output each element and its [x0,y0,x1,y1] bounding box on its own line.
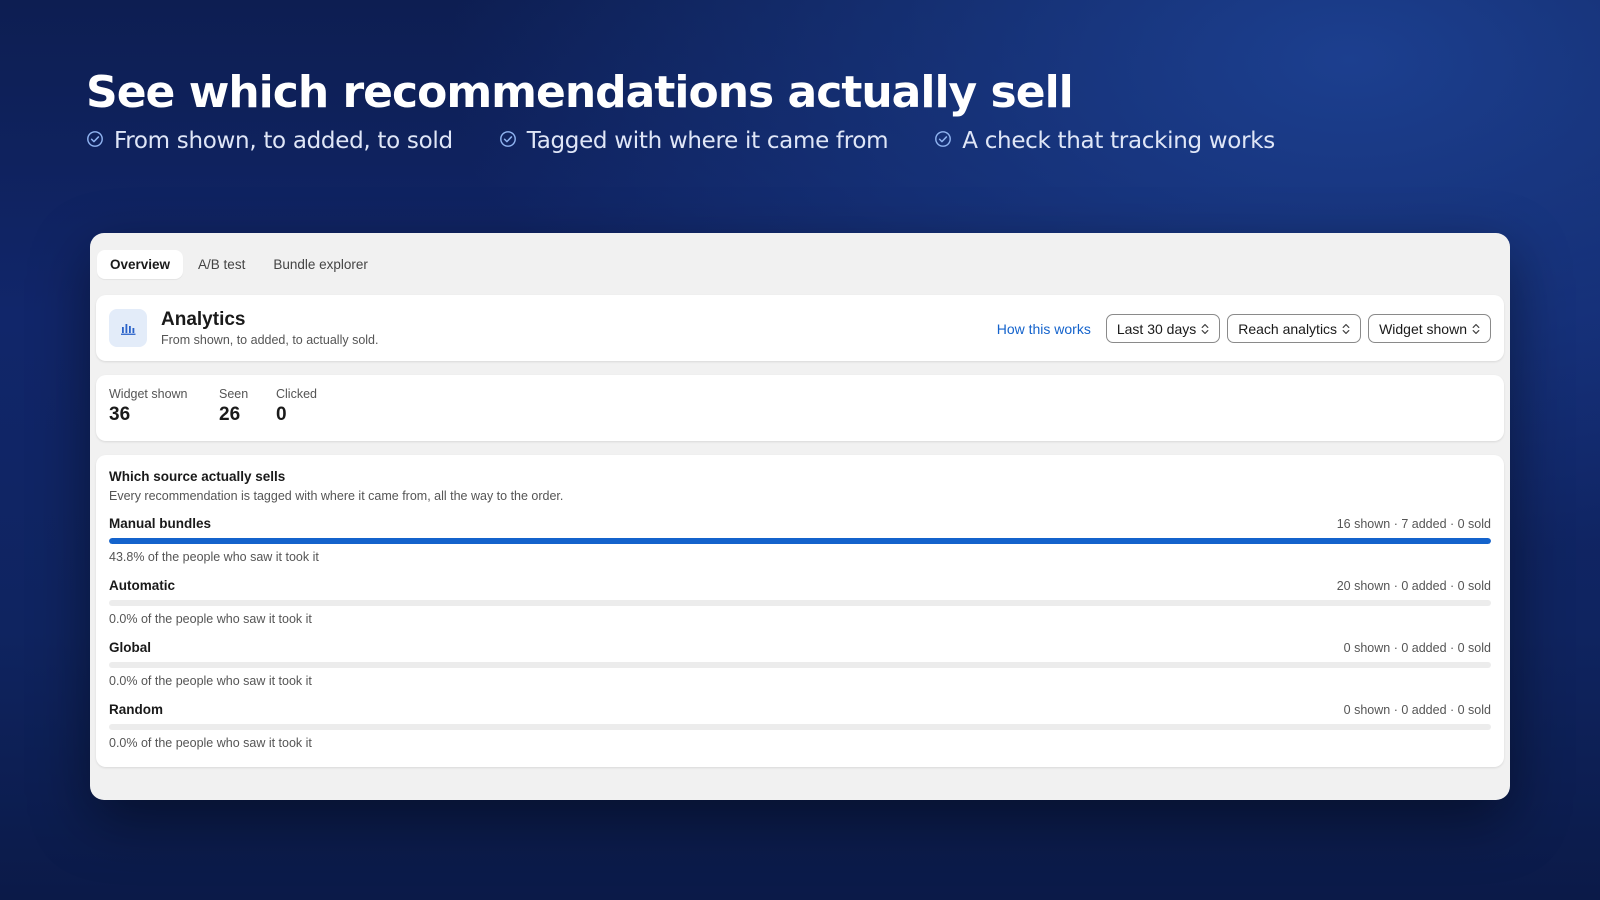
metric-value: Reach analytics [1238,320,1338,337]
source-progress-track [109,600,1491,606]
source-name: Manual bundles [109,516,212,531]
hero-points: From shown, to added, to sold Tagged wit… [86,128,1321,154]
source-rate: 0.0% of the people who saw it took it [109,612,312,626]
date-range-value: Last 30 days [1116,320,1197,337]
source-progress-fill [109,538,1491,544]
stats-card: Widget shown 36 Seen 26 Clicked 0 [96,375,1504,441]
source-counts: 0 shown · 0 added · 0 sold [1343,703,1491,717]
stat-value: 26 [219,404,241,425]
stat-value: 0 [276,404,287,425]
source-counts: 20 shown · 0 added · 0 sold [1336,579,1491,593]
tab-bundle-explorer[interactable]: Bundle explorer [260,250,381,279]
source-name: Automatic [109,578,176,593]
page-subtitle: From shown, to added, to actually sold. [161,333,379,347]
stat-value: 36 [109,404,131,425]
how-this-works-link[interactable]: How this works [997,321,1091,337]
tab-ab-test[interactable]: A/B test [185,250,258,279]
date-range-select[interactable]: Last 30 days [1105,314,1221,343]
source-rate: 0.0% of the people who saw it took it [109,736,312,750]
source-rate: 0.0% of the people who saw it took it [109,674,312,688]
source-name: Global [109,640,152,655]
tab-bar: Overview A/B test Bundle explorer [97,250,383,279]
source-row-global: Global 0 shown · 0 added · 0 sold 0.0% o… [109,640,1491,702]
source-row-automatic: Automatic 20 shown · 0 added · 0 sold 0.… [109,578,1491,640]
chevron-up-down-icon [1342,323,1350,334]
page-title: Analytics [161,309,246,330]
source-progress-track [109,538,1491,544]
source-progress-track [109,662,1491,668]
source-row-random: Random 0 shown · 0 added · 0 sold 0.0% o… [109,702,1491,764]
metric-select[interactable]: Reach analytics [1227,314,1362,343]
stat-seen: Seen 26 [219,387,248,426]
stat-label: Widget shown [109,387,188,401]
header-actions: How this works Last 30 days Reach analyt… [997,314,1491,343]
sources-subtitle: Every recommendation is tagged with wher… [109,489,564,503]
hero-point-text: Tagged with where it came from [526,128,889,154]
stat-label: Clicked [276,387,317,401]
hero-point: From shown, to added, to sold [86,128,453,154]
hero: See which recommendations actually sell … [86,64,1321,154]
stat-label: Seen [219,387,249,401]
source-rate: 43.8% of the people who saw it took it [109,550,319,564]
source-row-manual-bundles: Manual bundles 16 shown · 7 added · 0 so… [109,516,1491,578]
source-progress-track [109,724,1491,730]
chevron-up-down-icon [1201,323,1209,334]
check-circle-icon [935,131,952,147]
source-counts: 16 shown · 7 added · 0 sold [1336,517,1491,531]
check-circle-icon [87,131,103,147]
source-name: Random [109,702,163,717]
hero-point: Tagged with where it came from [499,128,889,154]
source-list: Manual bundles 16 shown · 7 added · 0 so… [109,516,1491,764]
source-counts: 0 shown · 0 added · 0 sold [1343,641,1491,655]
app-window: Overview A/B test Bundle explorer Analyt… [90,233,1510,800]
hero-title: See which recommendations actually sell [86,67,1074,118]
hero-point: A check that tracking works [934,128,1275,154]
stat-widget-shown: Widget shown 36 [109,387,188,426]
hero-point-text: From shown, to added, to sold [114,128,453,154]
analytics-header-card: Analytics From shown, to added, to actua… [96,295,1504,361]
stat-clicked: Clicked 0 [276,387,317,426]
analytics-icon-box [109,309,147,347]
check-circle-icon [499,131,516,147]
bar-chart-icon [121,324,136,335]
chevron-up-down-icon [1472,323,1480,334]
sources-title: Which source actually sells [109,469,286,484]
tab-overview[interactable]: Overview [97,250,184,279]
hero-point-text: A check that tracking works [962,128,1275,154]
event-select[interactable]: Widget shown [1368,314,1491,343]
sources-card: Which source actually sells Every recomm… [96,455,1504,767]
event-value: Widget shown [1379,320,1467,337]
